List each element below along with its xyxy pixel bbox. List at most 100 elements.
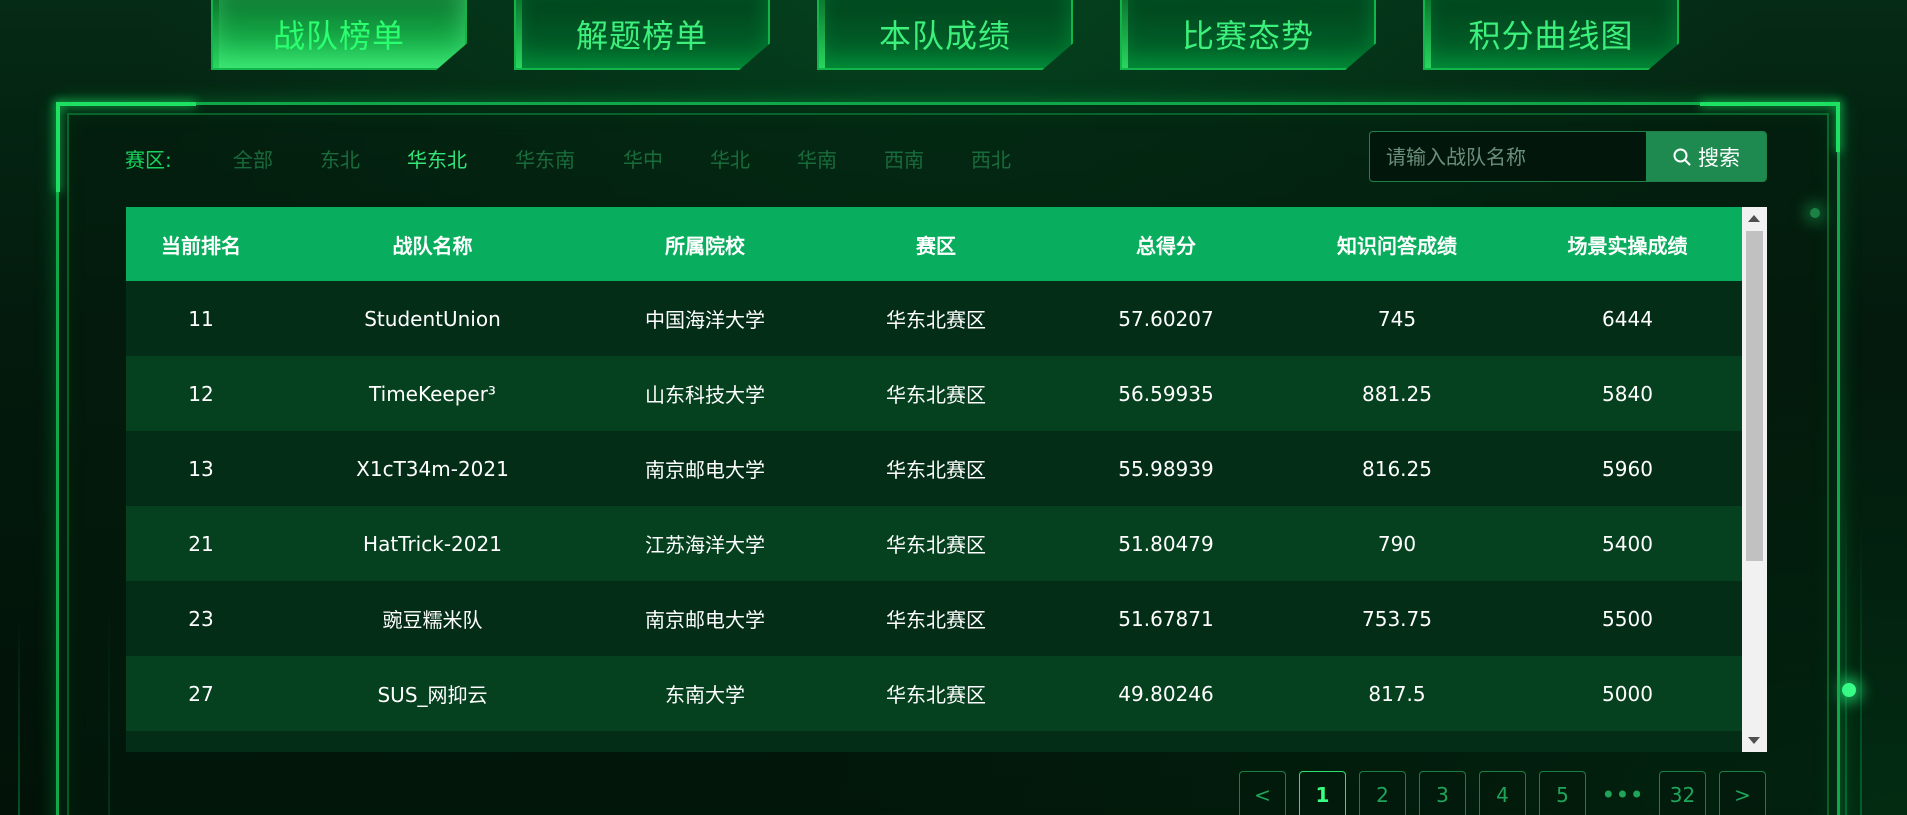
bg-glow-line	[1860, 520, 1862, 815]
bg-glow-dot	[1842, 683, 1856, 697]
region-option-huadongnan[interactable]: 华东南	[515, 144, 575, 173]
region-option-xibei[interactable]: 西北	[971, 144, 1011, 173]
cell-region: 华东北赛区	[886, 683, 986, 707]
cell-practice-score: 6444	[1602, 306, 1653, 331]
table-row-partial[interactable]	[126, 731, 1742, 752]
page-button-last[interactable]: 32	[1659, 771, 1706, 815]
column-header-rank[interactable]: 当前排名	[126, 230, 276, 259]
cell-total-score: 49.80246	[1118, 681, 1214, 706]
table-header: 当前排名 战队名称 所属院校 赛区 总得分 知识问答成绩 场景实操成绩	[126, 207, 1742, 281]
prev-page-button[interactable]: <	[1239, 771, 1286, 815]
cell-total-score: 55.98939	[1118, 456, 1214, 481]
table-scrollbar[interactable]	[1742, 207, 1767, 752]
cell-practice-score: 5500	[1602, 606, 1653, 631]
column-header-practice-score[interactable]: 场景实操成绩	[1513, 230, 1742, 259]
column-header-total-score[interactable]: 总得分	[1051, 230, 1281, 259]
region-filter-label: 赛区:	[125, 148, 172, 172]
cell-team-name: 豌豆糯米队	[382, 608, 483, 632]
tab-team-score[interactable]: 本队成绩	[817, 0, 1073, 70]
cell-rank: 23	[188, 606, 214, 631]
column-header-team-name[interactable]: 战队名称	[276, 230, 589, 259]
tab-solve-ranking[interactable]: 解题榜单	[514, 0, 770, 70]
page-ellipsis[interactable]: •••	[1599, 771, 1646, 815]
cell-region: 华东北赛区	[886, 458, 986, 482]
frame-corner	[1700, 102, 1840, 106]
table-row[interactable]: 11 StudentUnion 中国海洋大学 华东北赛区 57.60207 74…	[126, 281, 1742, 356]
table-row[interactable]: 23 豌豆糯米队 南京邮电大学 华东北赛区 51.67871 753.75 55…	[126, 581, 1742, 656]
cell-region: 华东北赛区	[886, 608, 986, 632]
page-button-2[interactable]: 2	[1359, 771, 1406, 815]
cell-region: 华东北赛区	[886, 533, 986, 557]
tab-label: 积分曲线图	[1468, 17, 1634, 55]
cell-rank: 12	[188, 381, 214, 406]
cell-region: 华东北赛区	[886, 308, 986, 332]
cell-team-name: HatTrick-2021	[363, 531, 502, 556]
tab-label: 比赛态势	[1181, 17, 1314, 55]
search-input[interactable]	[1370, 132, 1646, 181]
search-box: 搜索	[1369, 131, 1767, 182]
frame-corner	[1836, 102, 1840, 152]
top-tab-bar: 战队榜单 解题榜单 本队成绩 比赛态势 积分曲线图	[0, 0, 1907, 72]
cell-quiz-score: 753.75	[1362, 606, 1432, 631]
tab-team-ranking[interactable]: 战队榜单	[211, 0, 467, 70]
table-row[interactable]: 27 SUS_网抑云 东南大学 华东北赛区 49.80246 817.5 500…	[126, 656, 1742, 731]
cell-total-score: 51.80479	[1118, 531, 1214, 556]
region-option-dongbei[interactable]: 东北	[320, 144, 360, 173]
cell-region: 华东北赛区	[886, 383, 986, 407]
search-button[interactable]: 搜索	[1646, 132, 1766, 181]
cell-school: 山东科技大学	[645, 383, 765, 407]
cell-total-score: 57.60207	[1118, 306, 1214, 331]
tab-label: 解题榜单	[575, 17, 708, 55]
search-button-label: 搜索	[1698, 145, 1740, 170]
table-row[interactable]: 13 X1cT34m-2021 南京邮电大学 华东北赛区 55.98939 81…	[126, 431, 1742, 506]
table-row[interactable]: 12 TimeKeeper³ 山东科技大学 华东北赛区 56.59935 881…	[126, 356, 1742, 431]
region-option-huadongbei[interactable]: 华东北	[407, 144, 467, 173]
bg-glow-line	[1845, 500, 1847, 815]
region-option-huanan[interactable]: 华南	[797, 144, 837, 173]
tab-label: 本队成绩	[878, 17, 1011, 55]
ranking-page: 战队榜单 解题榜单 本队成绩 比赛态势 积分曲线图 赛区: 全部 东北 华东北 …	[0, 0, 1907, 815]
tab-score-curve[interactable]: 积分曲线图	[1423, 0, 1679, 70]
column-header-quiz-score[interactable]: 知识问答成绩	[1281, 230, 1513, 259]
page-button-5[interactable]: 5	[1539, 771, 1586, 815]
scroll-thumb[interactable]	[1746, 231, 1763, 561]
cell-quiz-score: 745	[1377, 306, 1417, 331]
cell-quiz-score: 881.25	[1362, 381, 1432, 406]
region-option-huazhong[interactable]: 华中	[623, 144, 663, 173]
column-header-school[interactable]: 所属院校	[589, 230, 821, 259]
region-option-all[interactable]: 全部	[233, 144, 273, 173]
cell-practice-score: 5960	[1602, 456, 1653, 481]
cell-quiz-score: 816.25	[1362, 456, 1432, 481]
page-button-3[interactable]: 3	[1419, 771, 1466, 815]
page-button-4[interactable]: 4	[1479, 771, 1526, 815]
cell-practice-score: 5400	[1602, 531, 1653, 556]
frame-corner	[56, 102, 196, 106]
next-page-button[interactable]: >	[1719, 771, 1766, 815]
cell-practice-score: 5000	[1602, 681, 1653, 706]
ranking-table: 当前排名 战队名称 所属院校 赛区 总得分 知识问答成绩 场景实操成绩 11 S…	[126, 207, 1767, 752]
cell-team-name: SUS_网抑云	[377, 683, 488, 707]
bg-glow-line	[18, 620, 20, 815]
cell-practice-score: 5840	[1602, 381, 1653, 406]
page-button-1[interactable]: 1	[1299, 771, 1346, 815]
cell-school: 江苏海洋大学	[645, 533, 765, 557]
cell-rank: 27	[188, 681, 214, 706]
cell-rank: 13	[188, 456, 214, 481]
table-row[interactable]: 21 HatTrick-2021 江苏海洋大学 华东北赛区 51.80479 7…	[126, 506, 1742, 581]
cell-school: 南京邮电大学	[645, 608, 765, 632]
search-icon	[1673, 148, 1691, 165]
cell-team-name: TimeKeeper³	[369, 381, 496, 406]
tab-competition-status[interactable]: 比赛态势	[1120, 0, 1376, 70]
cell-school: 中国海洋大学	[645, 308, 765, 332]
table-body: 11 StudentUnion 中国海洋大学 华东北赛区 57.60207 74…	[126, 281, 1742, 752]
tab-label: 战队榜单	[272, 17, 405, 55]
cell-team-name: StudentUnion	[364, 306, 501, 331]
scroll-down-arrow-icon[interactable]	[1748, 737, 1760, 744]
scroll-up-arrow-icon[interactable]	[1748, 215, 1760, 222]
column-header-region[interactable]: 赛区	[821, 230, 1051, 259]
region-option-huabei[interactable]: 华北	[710, 144, 750, 173]
cell-school: 东南大学	[665, 683, 745, 707]
cell-school: 南京邮电大学	[645, 458, 765, 482]
region-option-xinan[interactable]: 西南	[884, 144, 924, 173]
cell-quiz-score: 817.5	[1368, 681, 1426, 706]
